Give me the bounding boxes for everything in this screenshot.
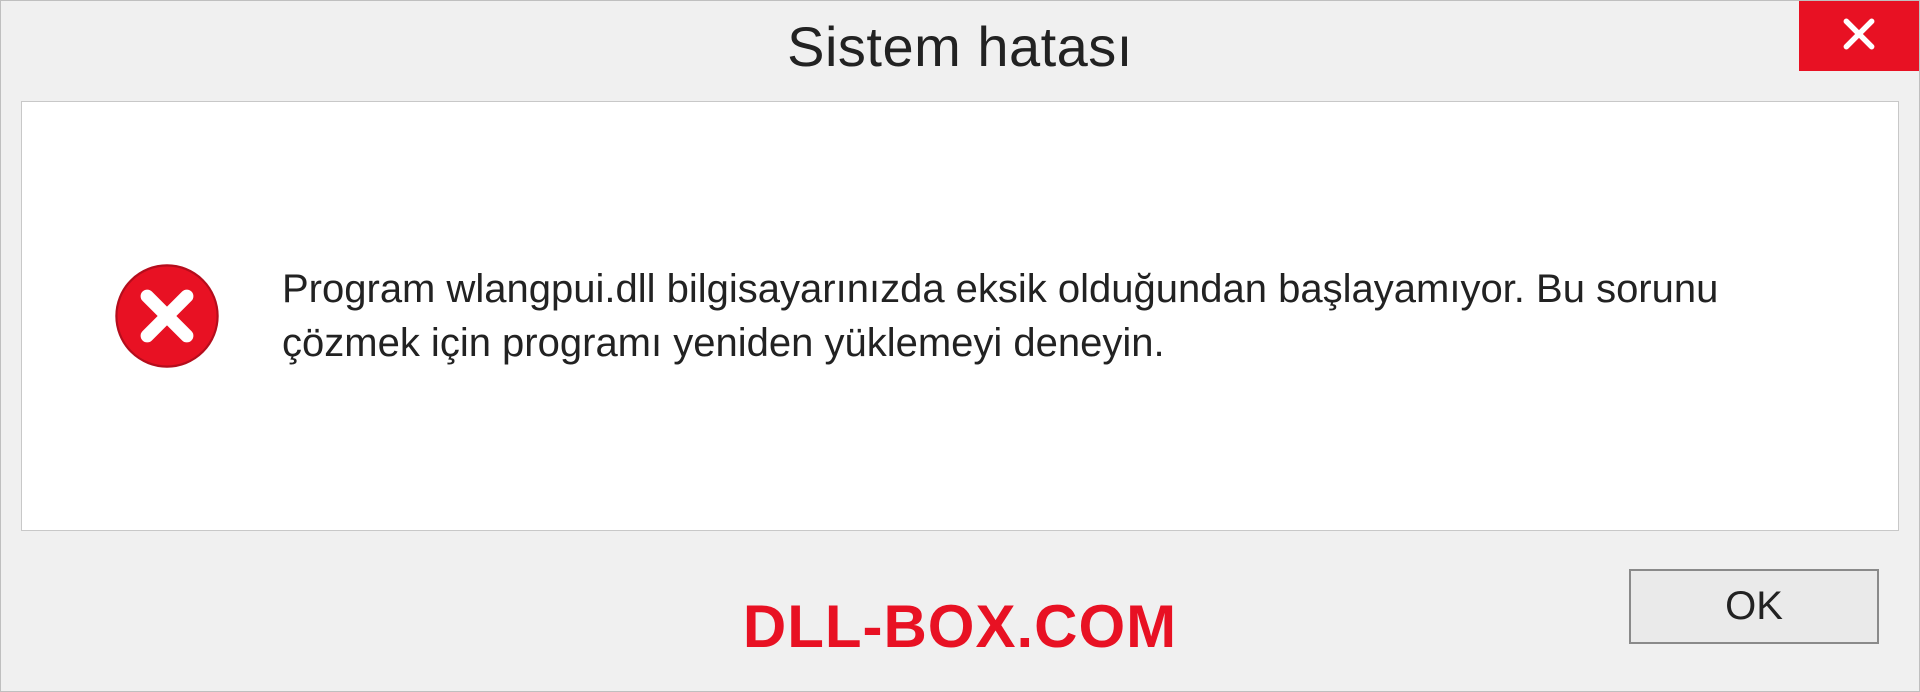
dialog-title: Sistem hatası	[787, 14, 1133, 79]
dialog-body: Program wlangpui.dll bilgisayarınızda ek…	[21, 101, 1899, 531]
close-icon	[1840, 15, 1878, 58]
error-message: Program wlangpui.dll bilgisayarınızda ek…	[282, 262, 1732, 370]
close-button[interactable]	[1799, 1, 1919, 71]
error-icon	[112, 261, 222, 371]
watermark-text: DLL-BOX.COM	[743, 592, 1177, 661]
dialog-footer: DLL-BOX.COM OK	[1, 531, 1919, 681]
error-dialog: Sistem hatası Program wlangpui.dll bilgi…	[0, 0, 1920, 692]
titlebar: Sistem hatası	[1, 1, 1919, 91]
ok-button[interactable]: OK	[1629, 569, 1879, 644]
